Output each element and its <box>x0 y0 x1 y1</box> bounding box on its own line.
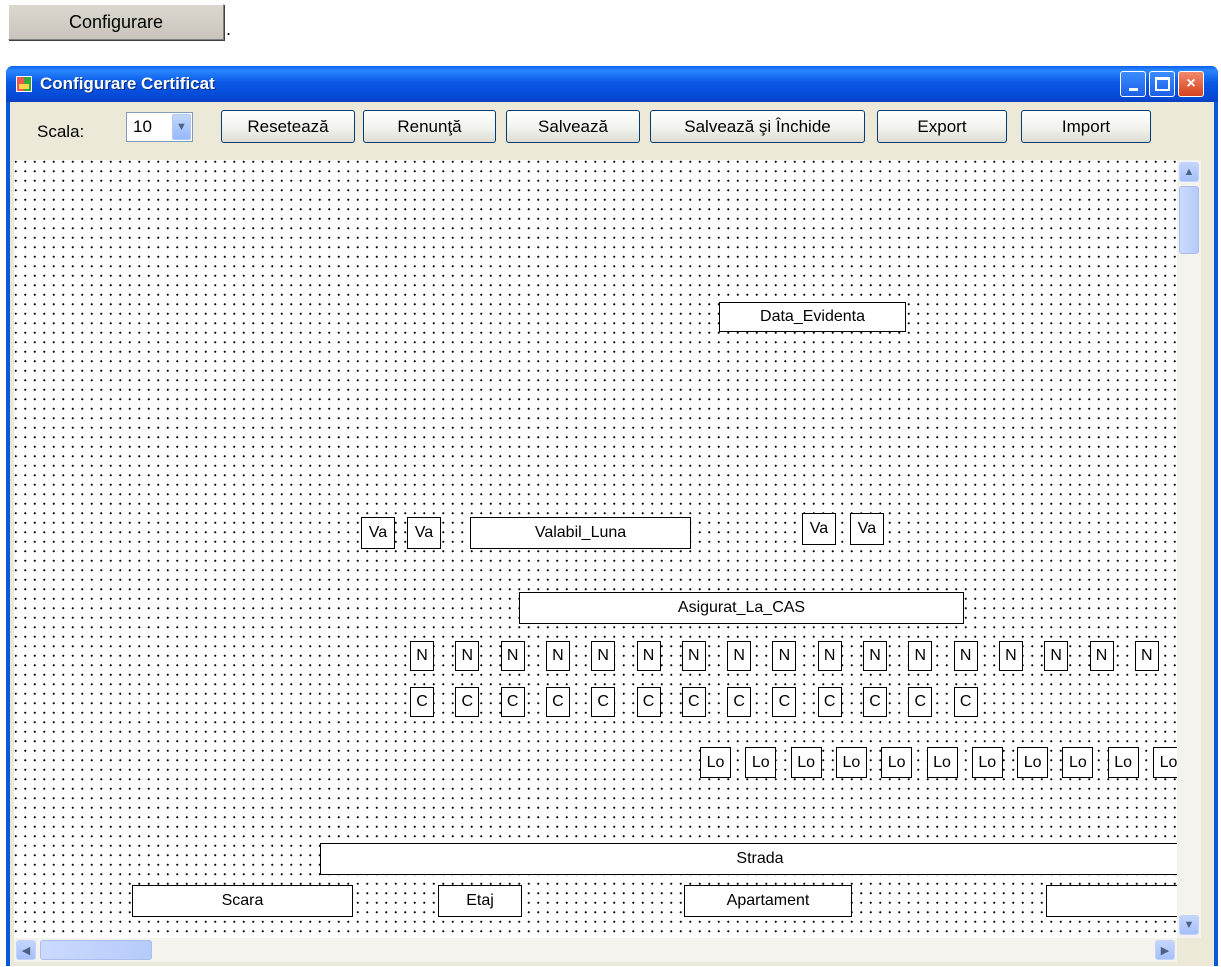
field-lo[interactable]: Lo <box>881 747 913 778</box>
field-lo[interactable]: Lo <box>1153 747 1177 778</box>
field-va[interactable]: Va <box>407 517 441 549</box>
close-button[interactable]: × <box>1178 71 1204 97</box>
field-n[interactable]: N <box>410 641 434 671</box>
field-lo[interactable]: Lo <box>835 747 867 778</box>
field-asigurat-la-cas[interactable]: Asigurat_La_CAS <box>519 592 964 624</box>
field-va[interactable]: Va <box>850 513 884 545</box>
arrow-down-icon[interactable]: ▼ <box>1179 915 1199 935</box>
field-n[interactable]: N <box>455 641 480 671</box>
field-c[interactable]: C <box>772 687 797 717</box>
minimize-button[interactable] <box>1120 71 1146 97</box>
save-close-button[interactable]: Salvează şi Închide <box>650 110 865 143</box>
field-lo[interactable]: Lo <box>1017 747 1049 778</box>
field-n[interactable]: N <box>1089 641 1114 671</box>
field-c[interactable]: C <box>908 687 933 717</box>
horizontal-scrollbar[interactable]: ◀ ▶ <box>14 938 1177 962</box>
horizontal-scroll-thumb[interactable] <box>40 940 152 960</box>
configurare-button[interactable]: Configurare <box>8 4 224 40</box>
field-data-evidenta[interactable]: Data_Evidenta <box>719 302 906 332</box>
app-icon <box>16 76 32 92</box>
field-n[interactable]: N <box>908 641 933 671</box>
field-valabil-luna[interactable]: Valabil_Luna <box>470 517 691 549</box>
design-canvas[interactable]: Data_Evidenta Va Va Valabil_Luna Va Va A… <box>14 160 1177 938</box>
field-lo[interactable]: Lo <box>745 747 777 778</box>
field-lo[interactable]: Lo <box>1107 747 1139 778</box>
field-c[interactable]: C <box>863 687 887 717</box>
export-button[interactable]: Export <box>877 110 1007 143</box>
toolbar: Scala: 10 ▼ Resetează Renunţă Salvează S… <box>10 102 1214 158</box>
field-c[interactable]: C <box>727 687 752 717</box>
title-bar[interactable]: Configurare Certificat × <box>6 66 1218 102</box>
field-n[interactable]: N <box>998 641 1023 671</box>
field-strada[interactable]: Strada <box>320 843 1177 875</box>
field-n[interactable]: N <box>1044 641 1069 671</box>
scale-select[interactable]: 10 ▼ <box>126 112 193 142</box>
field-n[interactable]: N <box>727 641 752 671</box>
field-c[interactable]: C <box>591 687 616 717</box>
field-va[interactable]: Va <box>361 517 395 549</box>
window-client-area: Scala: 10 ▼ Resetează Renunţă Salvează S… <box>10 102 1214 966</box>
field-c[interactable]: C <box>500 687 525 717</box>
field-blank[interactable] <box>1046 885 1177 917</box>
cancel-button[interactable]: Renunţă <box>363 110 496 143</box>
field-n[interactable]: N <box>591 641 616 671</box>
arrow-left-icon[interactable]: ◀ <box>16 940 36 960</box>
field-c[interactable]: C <box>545 687 570 717</box>
arrow-right-icon[interactable]: ▶ <box>1155 940 1175 960</box>
field-n[interactable]: N <box>545 641 570 671</box>
scale-value: 10 <box>133 117 152 136</box>
window-title: Configurare Certificat <box>40 74 215 93</box>
field-c[interactable]: C <box>455 687 480 717</box>
field-c[interactable]: C <box>953 687 978 717</box>
maximize-button[interactable] <box>1149 71 1175 97</box>
field-apartament[interactable]: Apartament <box>684 885 852 917</box>
field-n[interactable]: N <box>681 641 706 671</box>
field-n[interactable]: N <box>1134 641 1159 671</box>
field-n[interactable]: N <box>772 641 797 671</box>
field-scara[interactable]: Scara <box>132 885 353 917</box>
save-button[interactable]: Salvează <box>506 110 640 143</box>
scale-label: Scala: <box>37 122 85 141</box>
field-n[interactable]: N <box>500 641 525 671</box>
vertical-scroll-thumb[interactable] <box>1179 186 1199 254</box>
vertical-scrollbar[interactable]: ▲ ▼ <box>1177 160 1201 938</box>
field-lo[interactable]: Lo <box>1062 747 1094 778</box>
field-lo[interactable]: Lo <box>926 747 958 778</box>
field-c[interactable]: C <box>410 687 434 717</box>
arrow-up-icon[interactable]: ▲ <box>1179 162 1199 182</box>
field-etaj[interactable]: Etaj <box>438 885 522 917</box>
field-lo[interactable]: Lo <box>700 747 731 778</box>
size-grip[interactable] <box>1177 938 1201 962</box>
field-n[interactable]: N <box>953 641 978 671</box>
field-n[interactable]: N <box>817 641 842 671</box>
field-n[interactable]: N <box>636 641 661 671</box>
field-n[interactable]: N <box>863 641 887 671</box>
field-lo[interactable]: Lo <box>790 747 822 778</box>
field-lo[interactable]: Lo <box>971 747 1003 778</box>
configurare-certificat-window: Configurare Certificat × Scala: 10 ▼ Res… <box>6 66 1218 966</box>
field-c[interactable]: C <box>817 687 842 717</box>
trailing-period: . <box>226 19 232 39</box>
field-c[interactable]: C <box>681 687 706 717</box>
import-button[interactable]: Import <box>1021 110 1151 143</box>
chevron-down-icon[interactable]: ▼ <box>172 114 191 140</box>
reset-button[interactable]: Resetează <box>221 110 355 143</box>
field-va[interactable]: Va <box>802 513 836 545</box>
field-c[interactable]: C <box>636 687 661 717</box>
